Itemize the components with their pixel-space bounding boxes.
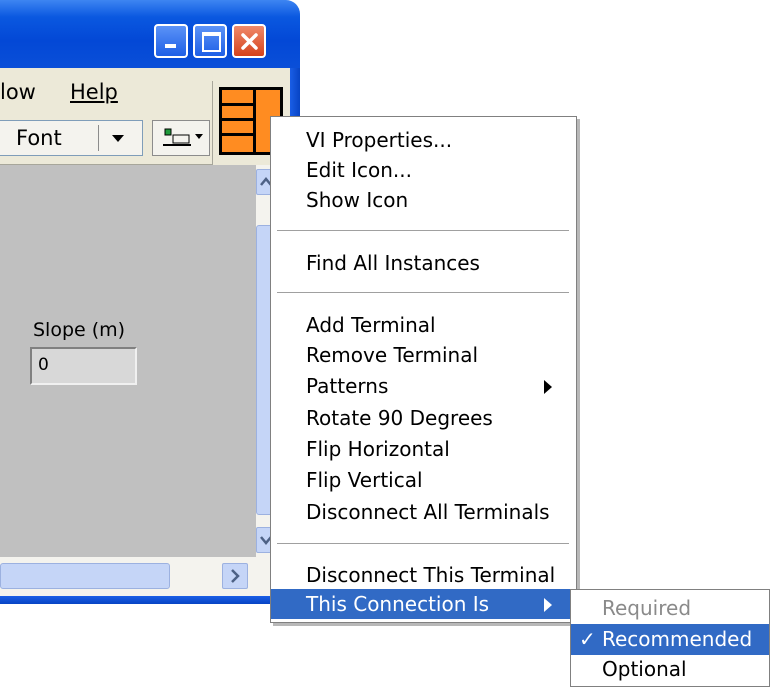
menu-item-show-icon[interactable]: Show Icon <box>271 185 576 215</box>
menu-help[interactable]: Help <box>70 80 118 104</box>
connection-type-submenu: Required ✓ Recommended Optional <box>570 589 770 687</box>
slope-value: 0 <box>38 355 49 375</box>
menu-item-edit-icon[interactable]: Edit Icon... <box>271 155 576 185</box>
submenu-item-recommended-label: Recommended <box>602 627 753 651</box>
submenu-item-optional[interactable]: Optional <box>571 654 769 685</box>
align-objects-icon <box>163 128 203 146</box>
connector-left-column <box>222 90 256 152</box>
menu-item-vi-properties[interactable]: VI Properties... <box>271 125 576 155</box>
terminal-divider <box>222 103 256 106</box>
maximize-button[interactable] <box>193 24 227 58</box>
front-panel: Slope (m) 0 <box>0 165 256 557</box>
close-icon <box>241 33 258 50</box>
menu-item-disconnect-this-terminal[interactable]: Disconnect This Terminal <box>271 560 576 590</box>
dropdown-divider <box>98 125 99 151</box>
submenu-arrow-icon <box>544 598 552 612</box>
horizontal-scrollbar[interactable] <box>0 557 290 596</box>
menu-item-patterns[interactable]: Patterns <box>271 371 576 401</box>
menu-item-disconnect-all-terminals[interactable]: Disconnect All Terminals <box>271 497 576 527</box>
menu-separator <box>277 230 569 232</box>
menu-separator <box>277 292 569 294</box>
menu-item-rotate-90-degrees[interactable]: Rotate 90 Degrees <box>271 403 576 433</box>
terminal-divider <box>222 133 256 136</box>
close-button[interactable] <box>232 24 266 58</box>
menu-item-add-terminal[interactable]: Add Terminal <box>271 310 576 340</box>
minimize-button[interactable] <box>154 24 188 58</box>
submenu-item-recommended[interactable]: ✓ Recommended <box>571 624 769 655</box>
slope-label: Slope (m) <box>33 319 126 341</box>
terminal-divider <box>222 118 256 121</box>
menu-item-remove-terminal[interactable]: Remove Terminal <box>271 340 576 370</box>
slope-indicator[interactable]: 0 <box>30 347 137 385</box>
chevron-right-icon <box>231 569 240 583</box>
menu-window[interactable]: low <box>0 80 36 104</box>
menu-separator <box>277 543 569 545</box>
font-dropdown[interactable]: Font <box>0 120 143 156</box>
menu-item-flip-vertical[interactable]: Flip Vertical <box>271 465 576 495</box>
window-frame-bottom <box>0 596 300 604</box>
menu-item-flip-horizontal[interactable]: Flip Horizontal <box>271 434 576 464</box>
scroll-right-button[interactable] <box>222 563 248 589</box>
align-objects-button[interactable] <box>152 120 210 156</box>
title-bar[interactable] <box>0 0 300 68</box>
check-icon: ✓ <box>579 627 596 651</box>
submenu-item-required[interactable]: Required <box>571 593 769 624</box>
menu-item-this-connection-is-label: This Connection Is <box>306 592 490 616</box>
horizontal-scroll-thumb[interactable] <box>0 563 170 589</box>
menu-item-patterns-label: Patterns <box>306 374 389 398</box>
labview-window: low Help Font Slope (m) 0 <box>0 0 300 604</box>
menu-item-this-connection-is[interactable]: This Connection Is <box>271 589 576 619</box>
submenu-arrow-icon <box>544 380 552 394</box>
font-dropdown-label: Font <box>16 126 62 150</box>
connector-context-menu: VI Properties... Edit Icon... Show Icon … <box>270 116 577 623</box>
chevron-down-icon <box>112 135 124 142</box>
menu-item-find-all-instances[interactable]: Find All Instances <box>271 248 576 278</box>
